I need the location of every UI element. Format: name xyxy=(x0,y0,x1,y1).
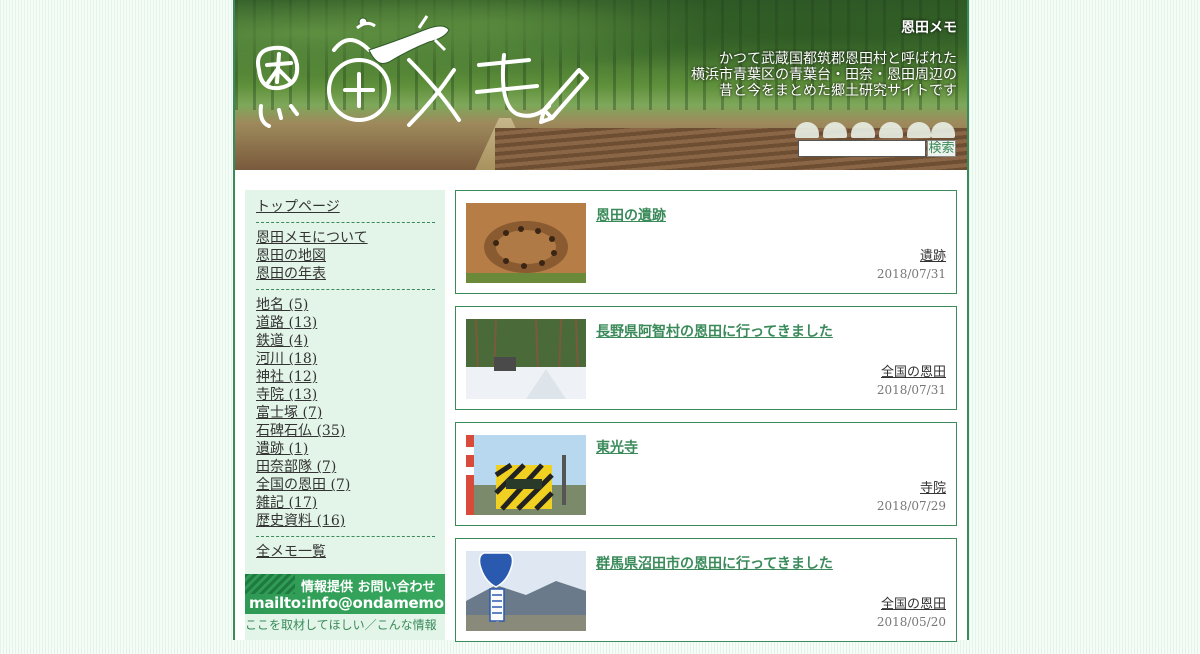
category-link[interactable]: 寺院 (13) xyxy=(256,386,435,404)
banner-heading: 情報提供 お問い合わせ xyxy=(301,580,436,595)
post-title[interactable]: 東光寺 xyxy=(596,437,638,457)
category-link[interactable]: 神社 (12) xyxy=(256,368,435,386)
nav-all-memos[interactable]: 全メモ一覧 xyxy=(256,543,435,561)
category-link[interactable]: 富士塚 (7) xyxy=(256,404,435,422)
post-thumbnail[interactable] xyxy=(466,435,586,515)
post-date: 2018/07/29 xyxy=(876,499,946,513)
page-container: 恩田メモ かつて武蔵国都筑郡恩田村と呼ばれた 横浜市青葉区の青葉台・田奈・恩田周… xyxy=(233,0,969,642)
post-title[interactable]: 恩田の遺跡 xyxy=(596,205,666,225)
post-thumbnail[interactable] xyxy=(466,551,586,631)
post-title[interactable]: 長野県阿智村の恩田に行ってきました xyxy=(596,321,833,341)
post-date: 2018/07/31 xyxy=(876,383,946,397)
sidebar-nav: トップページ 恩田メモについて 恩田の地図 恩田の年表 地名 (5) 道路 (1… xyxy=(256,198,435,561)
search-button[interactable]: 検索 xyxy=(927,140,956,157)
post-category[interactable]: 全国の恩田 xyxy=(881,593,946,612)
post-title[interactable]: 群馬県沼田市の恩田に行ってきました xyxy=(596,553,833,573)
category-link[interactable]: 雑記 (17) xyxy=(256,494,435,512)
contact-banner[interactable]: 情報提供 お問い合わせ mailto:info@ondamemo.net xyxy=(245,574,477,614)
post-category[interactable]: 遺跡 xyxy=(920,245,946,264)
nav-about[interactable]: 恩田メモについて xyxy=(256,229,435,247)
nav-top-page[interactable]: トップページ xyxy=(256,198,435,216)
post-category[interactable]: 寺院 xyxy=(920,477,946,496)
nav-divider xyxy=(256,289,435,290)
category-link[interactable]: 全国の恩田 (7) xyxy=(256,476,435,494)
banner-stripes xyxy=(245,574,295,594)
site-description-line: 昔と今をまとめた郷土研究サイトです xyxy=(719,83,957,99)
site-header: 恩田メモ かつて武蔵国都筑郡恩田村と呼ばれた 横浜市青葉区の青葉台・田奈・恩田周… xyxy=(235,0,967,170)
category-link[interactable]: 河川 (18) xyxy=(256,350,435,368)
category-link[interactable]: 道路 (13) xyxy=(256,314,435,332)
site-logo[interactable] xyxy=(249,10,589,134)
post-date: 2018/05/20 xyxy=(876,615,946,629)
post-card: 長野県阿智村の恩田に行ってきました 全国の恩田 2018/07/31 xyxy=(455,306,957,410)
nav-timeline[interactable]: 恩田の年表 xyxy=(256,265,435,283)
nav-divider xyxy=(256,536,435,537)
post-date: 2018/07/31 xyxy=(876,267,946,281)
site-title[interactable]: 恩田メモ xyxy=(901,17,957,37)
site-description: かつて武蔵国都筑郡恩田村と呼ばれた 横浜市青葉区の青葉台・田奈・恩田周辺の 昔と… xyxy=(657,51,957,99)
post-card: 東光寺 寺院 2018/07/29 xyxy=(455,422,957,526)
post-card: 群馬県沼田市の恩田に行ってきました 全国の恩田 2018/05/20 xyxy=(455,538,957,642)
nav-map[interactable]: 恩田の地図 xyxy=(256,247,435,265)
category-link[interactable]: 遺跡 (1) xyxy=(256,440,435,458)
nav-divider xyxy=(256,222,435,223)
category-link[interactable]: 地名 (5) xyxy=(256,296,435,314)
site-description-line: 横浜市青葉区の青葉台・田奈・恩田周辺の xyxy=(691,67,957,83)
search-input[interactable] xyxy=(798,140,926,157)
category-link[interactable]: 鉄道 (4) xyxy=(256,332,435,350)
sidebar: トップページ 恩田メモについて 恩田の地図 恩田の年表 地名 (5) 道路 (1… xyxy=(245,190,477,640)
banner-email: mailto:info@ondamemo.net xyxy=(249,594,477,612)
site-description-line: かつて武蔵国都筑郡恩田村と呼ばれた xyxy=(719,51,957,67)
category-link[interactable]: 石碑石仏 (35) xyxy=(256,422,435,440)
header-photo-greenhouses xyxy=(795,122,955,140)
post-thumbnail[interactable] xyxy=(466,319,586,399)
post-card: 恩田の遺跡 遺跡 2018/07/31 xyxy=(455,190,957,294)
category-link[interactable]: 歴史資料 (16) xyxy=(256,512,435,530)
post-category[interactable]: 全国の恩田 xyxy=(881,361,946,380)
category-link[interactable]: 田奈部隊 (7) xyxy=(256,458,435,476)
post-list: 恩田の遺跡 遺跡 2018/07/31 長野県阿智村の恩田に行ってきました 全国… xyxy=(455,190,957,654)
post-thumbnail[interactable] xyxy=(466,203,586,283)
